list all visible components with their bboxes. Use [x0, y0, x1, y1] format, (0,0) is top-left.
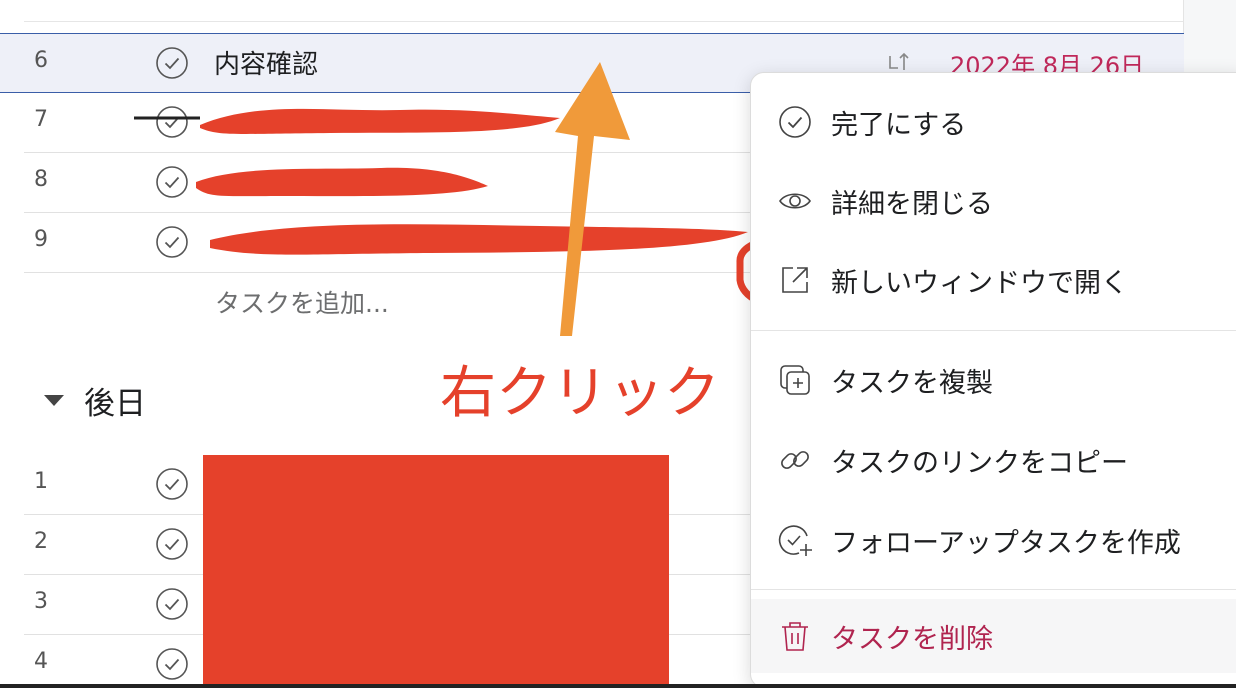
context-menu: 完了にする 詳細を閉じる 新しいウィンドウで開く タスクを複製 タスクのリンクを…	[750, 72, 1236, 688]
collapse-triangle-icon[interactable]	[44, 395, 64, 406]
check-circle-icon[interactable]	[155, 467, 189, 501]
window-bottom-edge	[0, 684, 1236, 688]
menu-item-close-details[interactable]: 詳細を閉じる	[751, 164, 1236, 238]
menu-item-label: フォローアップタスクを作成	[831, 527, 1181, 559]
trash-icon	[782, 622, 808, 651]
task-number: 9	[34, 227, 48, 252]
task-title[interactable]: 内容確認	[214, 44, 318, 81]
task-number: 7	[34, 107, 48, 132]
menu-item-complete[interactable]: 完了にする	[751, 85, 1236, 159]
link-icon	[781, 451, 809, 469]
menu-item-label: タスクを複製	[831, 367, 993, 399]
menu-item-delete[interactable]: タスクを削除	[751, 599, 1236, 673]
add-task-link[interactable]: タスクを追加...	[215, 284, 389, 320]
menu-item-open-new-window[interactable]: 新しいウィンドウで開く	[751, 243, 1236, 317]
check-circle-icon[interactable]	[155, 46, 189, 80]
follow-up-icon	[778, 525, 812, 556]
menu-item-label: 詳細を閉じる	[831, 188, 993, 220]
menu-item-duplicate[interactable]: タスクを複製	[751, 343, 1236, 417]
section-header-later[interactable]: 後日	[44, 378, 146, 423]
check-circle-icon[interactable]	[155, 527, 189, 561]
open-new-window-icon	[782, 267, 808, 293]
eye-icon	[779, 193, 811, 209]
redaction-block	[203, 455, 669, 688]
section-header-partial	[24, 0, 1184, 22]
task-number: 1	[34, 469, 48, 494]
task-number: 8	[34, 167, 48, 192]
check-circle-icon[interactable]	[155, 647, 189, 681]
menu-separator	[751, 330, 1236, 331]
task-number: 3	[34, 589, 48, 614]
annotation-right-click: 右クリック	[440, 361, 720, 426]
menu-separator	[751, 589, 1236, 590]
duplicate-icon	[780, 365, 810, 395]
task-number: 6	[34, 48, 48, 73]
menu-item-label: 完了にする	[831, 109, 967, 141]
check-circle-icon	[779, 106, 811, 138]
menu-item-copy-link[interactable]: タスクのリンクをコピー	[751, 423, 1236, 497]
check-circle-icon[interactable]	[155, 165, 189, 199]
menu-item-label: 新しいウィンドウで開く	[831, 267, 1128, 299]
check-circle-icon[interactable]	[155, 225, 189, 259]
section-title: 後日	[84, 386, 146, 422]
task-number: 2	[34, 529, 48, 554]
task-number: 4	[34, 649, 48, 674]
menu-item-label: タスクのリンクをコピー	[831, 447, 1128, 479]
check-circle-icon[interactable]	[155, 587, 189, 621]
menu-item-follow-up[interactable]: フォローアップタスクを作成	[751, 503, 1236, 577]
scrollbar-gutter[interactable]	[1183, 0, 1236, 72]
menu-item-label: タスクを削除	[831, 623, 993, 655]
check-circle-icon[interactable]	[155, 105, 189, 139]
